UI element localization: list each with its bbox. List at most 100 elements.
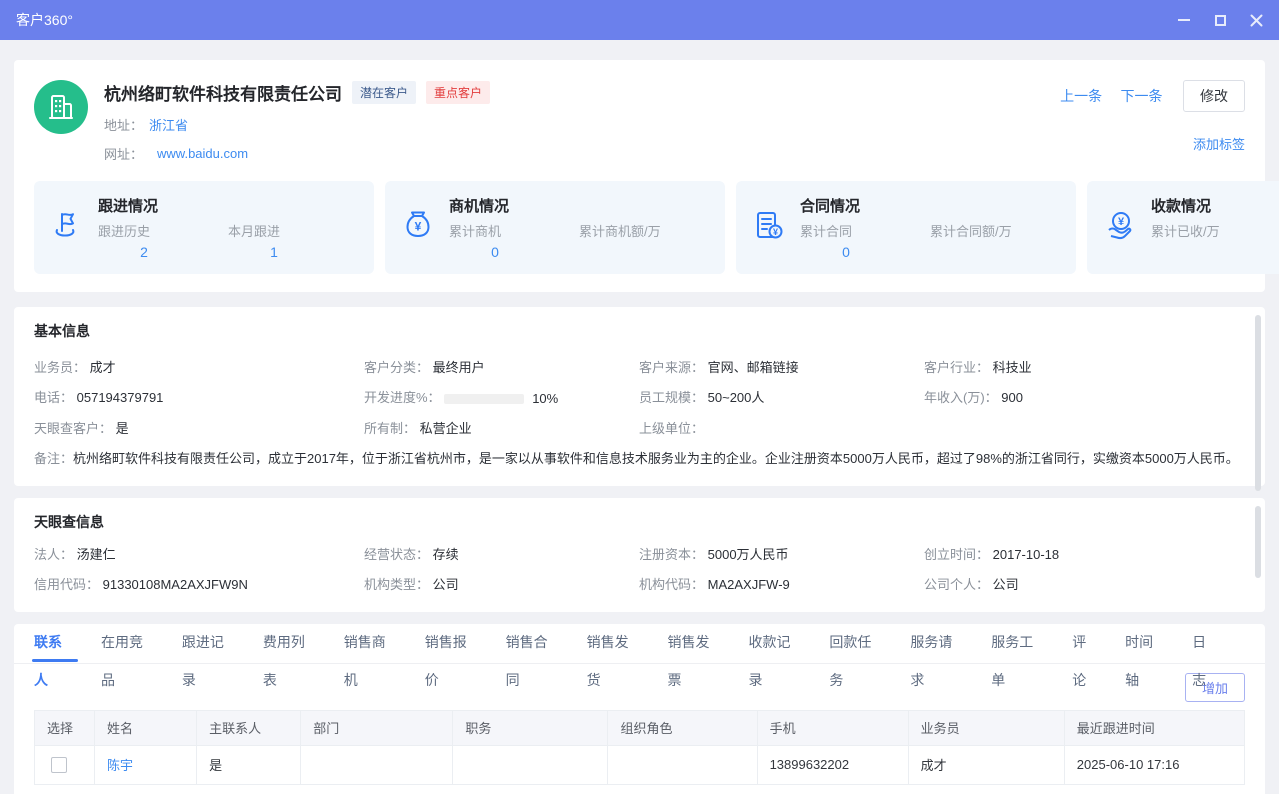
stat-label: 跟进历史 <box>98 221 190 240</box>
field-org-type: 机构类型： 公司 <box>364 570 639 600</box>
field-registered-capital: 注册资本： 5000万人民币 <box>639 540 924 570</box>
row-checkbox[interactable] <box>51 757 67 773</box>
stat-value <box>1151 244 1243 260</box>
stat-title: 商机情况 <box>449 195 709 216</box>
svg-text:¥: ¥ <box>1118 216 1125 228</box>
stat-value: 2 <box>98 244 190 260</box>
website-label: 网址： <box>104 144 143 163</box>
stat-label: 累计商机额/万 <box>579 221 671 240</box>
tab-collection-tasks[interactable]: 回款任务 <box>829 623 885 663</box>
stat-title: 收款情况 <box>1151 195 1279 216</box>
window-title: 客户360° <box>16 10 73 30</box>
field-tyc-customer: 天眼查客户： 是 <box>34 414 364 444</box>
website-link[interactable]: www.baidu.com <box>157 146 248 161</box>
add-tag-link[interactable]: 添加标签 <box>1193 137 1245 152</box>
company-building-icon <box>34 80 88 134</box>
field-customer-source: 客户来源： 官网、邮箱链接 <box>639 353 924 383</box>
tianyancha-scrollbar[interactable] <box>1255 506 1261 578</box>
tab-sales-contract[interactable]: 销售合同 <box>506 623 562 663</box>
field-credit-code: 信用代码： 91330108MA2AXJFW9N <box>34 570 364 600</box>
tab-competing-products[interactable]: 在用竞品 <box>101 623 157 663</box>
stat-card-followup: 跟进情况 跟进历史 2 本月跟进 1 <box>34 181 374 274</box>
field-ownership: 所有制： 私营企业 <box>364 414 639 444</box>
tab-follow-records[interactable]: 跟进记录 <box>182 623 238 663</box>
company-name: 杭州络町软件科技有限责任公司 <box>104 80 342 105</box>
address-label: 地址： <box>104 115 143 134</box>
prev-record-link[interactable]: 上一条 <box>1060 88 1102 104</box>
tab-timeline[interactable]: 时间轴 <box>1125 623 1167 663</box>
table-header-row: 选择 姓名 主联系人 部门 职务 组织角色 手机 业务员 最近跟进时间 <box>35 710 1245 745</box>
address-link[interactable]: 浙江省 <box>149 115 188 134</box>
field-staff-size: 员工规模： 50~200人 <box>639 383 924 414</box>
stat-value: 1 <box>228 244 320 260</box>
tab-service-orders[interactable]: 服务工单 <box>991 623 1047 663</box>
stat-title: 跟进情况 <box>98 195 358 216</box>
stat-value: 0 <box>800 244 892 260</box>
cell-org-role <box>608 745 757 784</box>
tab-sales-quote[interactable]: 销售报价 <box>425 623 481 663</box>
contact-name-link[interactable]: 陈宇 <box>107 758 133 773</box>
col-mobile: 手机 <box>757 710 908 745</box>
field-annual-income: 年收入(万)： 900 <box>924 383 1245 414</box>
col-primary-contact: 主联系人 <box>197 710 301 745</box>
stat-label: 累计合同额/万 <box>930 221 1022 240</box>
tab-sales-opportunity[interactable]: 销售商机 <box>344 623 400 663</box>
tianyancha-title: 天眼查信息 <box>34 512 1245 532</box>
tab-sales-invoice[interactable]: 销售发票 <box>668 623 724 663</box>
minimize-icon[interactable] <box>1177 13 1191 27</box>
table-row: 陈宇 是 13899632202 成才 2025-06-10 17:16 <box>35 745 1245 784</box>
badge-key-customer: 重点客户 <box>426 81 490 104</box>
field-customer-industry: 客户行业： 科技业 <box>924 353 1245 383</box>
tab-contacts[interactable]: 联系人 <box>34 623 76 663</box>
flag-icon <box>50 208 84 247</box>
stat-card-contract: ¥ 合同情况 累计合同 0 累计合同额/万 <box>736 181 1076 274</box>
stat-title: 合同情况 <box>800 195 1060 216</box>
col-name: 姓名 <box>95 710 197 745</box>
tab-service-requests[interactable]: 服务请求 <box>910 623 966 663</box>
titlebar: 客户360° <box>0 0 1279 40</box>
cell-mobile: 13899632202 <box>757 745 908 784</box>
contract-icon: ¥ <box>752 208 786 247</box>
field-salesperson: 业务员： 成才 <box>34 353 364 383</box>
svg-text:¥: ¥ <box>415 220 422 234</box>
next-record-link[interactable]: 下一条 <box>1121 88 1163 104</box>
detail-tabs-card: 联系人 在用竞品 跟进记录 费用列表 销售商机 销售报价 销售合同 销售发货 销… <box>14 624 1265 794</box>
basic-info-scrollbar[interactable] <box>1255 315 1261 491</box>
stat-value <box>579 244 671 260</box>
stats-row: 跟进情况 跟进历史 2 本月跟进 1 <box>34 181 1245 274</box>
field-parent-unit: 上级单位： <box>639 414 924 444</box>
close-icon[interactable] <box>1249 13 1263 27</box>
tab-comments[interactable]: 评论 <box>1072 623 1100 663</box>
stat-label: 累计商机 <box>449 221 541 240</box>
field-legal-person: 法人： 汤建仁 <box>34 540 364 570</box>
col-org-role: 组织角色 <box>608 710 757 745</box>
page-content: 杭州络町软件科技有限责任公司 潜在客户 重点客户 地址： 浙江省 网址： www… <box>0 40 1279 794</box>
tianyancha-card: 天眼查信息 法人： 汤建仁 经营状态： 存续 注册资本： 5000万人民币 创立… <box>14 498 1265 612</box>
badge-potential-customer: 潜在客户 <box>352 81 416 104</box>
progress-text: 10% <box>532 384 558 414</box>
field-operating-status: 经营状态： 存续 <box>364 540 639 570</box>
stat-value: 0 <box>449 244 541 260</box>
col-department: 部门 <box>301 710 453 745</box>
cell-primary-contact: 是 <box>197 745 301 784</box>
tab-logs[interactable]: 日志 <box>1192 623 1220 663</box>
stat-value <box>930 244 1022 260</box>
tab-expense-list[interactable]: 费用列表 <box>263 623 319 663</box>
progress-bar: 10% <box>444 384 558 414</box>
cell-last-follow-time: 2025-06-10 17:16 <box>1064 745 1244 784</box>
maximize-icon[interactable] <box>1213 13 1227 27</box>
col-position: 职务 <box>453 710 608 745</box>
stat-label: 本月跟进 <box>228 221 320 240</box>
field-customer-category: 客户分类： 最终用户 <box>364 353 639 383</box>
tab-bar: 联系人 在用竞品 跟进记录 费用列表 销售商机 销售报价 销售合同 销售发货 销… <box>14 624 1265 664</box>
edit-button[interactable]: 修改 <box>1183 80 1245 112</box>
col-salesperson: 业务员 <box>908 710 1064 745</box>
stat-label: 累计合同 <box>800 221 892 240</box>
field-remark: 备注：杭州络町软件科技有限责任公司，成立于2017年，位于浙江省杭州市，是一家以… <box>34 448 1245 470</box>
tab-payment-records[interactable]: 收款记录 <box>748 623 804 663</box>
tab-sales-shipment[interactable]: 销售发货 <box>587 623 643 663</box>
cell-department <box>301 745 453 784</box>
col-select: 选择 <box>35 710 95 745</box>
cell-position <box>453 745 608 784</box>
receive-payment-icon: ¥ <box>1103 208 1137 247</box>
